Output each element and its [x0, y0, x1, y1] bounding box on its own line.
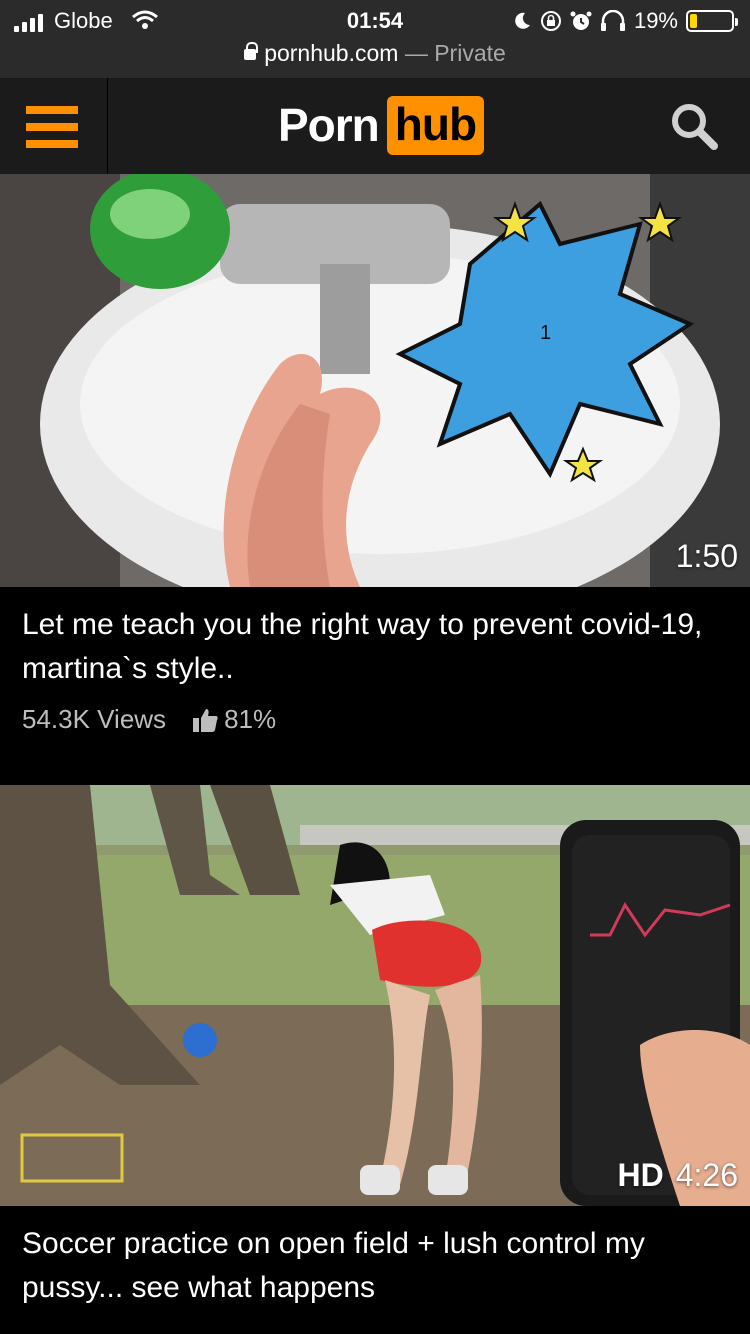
video-thumbnail[interactable]: HD 4:26 — [0, 785, 750, 1206]
url-bar[interactable]: pornhub.com — Private — [0, 40, 750, 67]
alarm-icon — [570, 11, 592, 30]
video-title[interactable]: Let me teach you the right way to preven… — [22, 603, 722, 691]
headphones-icon — [600, 10, 625, 31]
video-duration: HD 4:26 — [617, 1157, 739, 1193]
thumbnail-image — [0, 785, 750, 1206]
hamburger-menu-button[interactable] — [0, 78, 108, 174]
video-title[interactable]: Soccer practice on open field + lush con… — [22, 1222, 722, 1310]
svg-text:1: 1 — [540, 322, 551, 344]
logo-text: Porn — [278, 99, 380, 151]
status-bar: Globe 01:54 19% pornhub.com — Private — [0, 0, 750, 78]
site-header: Porn hub — [0, 78, 750, 174]
url-domain: pornhub.com — [264, 40, 399, 66]
thumbnail-image: 1 — [0, 174, 750, 587]
thumbs-up-icon — [193, 708, 218, 732]
battery-icon — [686, 10, 738, 32]
view-count: 54.3K Views — [22, 704, 167, 734]
lock-icon — [244, 42, 259, 60]
search-icon[interactable] — [668, 100, 720, 152]
battery-percent: 19% — [633, 8, 678, 33]
video-duration: 1:50 — [675, 538, 738, 574]
video-meta: 54.3K Views 81% — [22, 704, 276, 735]
hamburger-menu-icon — [26, 106, 78, 114]
private-mode-label: — Private — [404, 40, 506, 66]
moon-icon — [515, 12, 530, 29]
logo-badge: hub — [386, 95, 485, 155]
site-logo[interactable]: Porn hub — [278, 95, 485, 155]
rotation-lock-icon — [540, 11, 561, 31]
rating-percent: 81% — [224, 704, 277, 734]
video-thumbnail[interactable]: 1 1:50 — [0, 174, 750, 587]
hd-badge: HD — [617, 1157, 664, 1193]
